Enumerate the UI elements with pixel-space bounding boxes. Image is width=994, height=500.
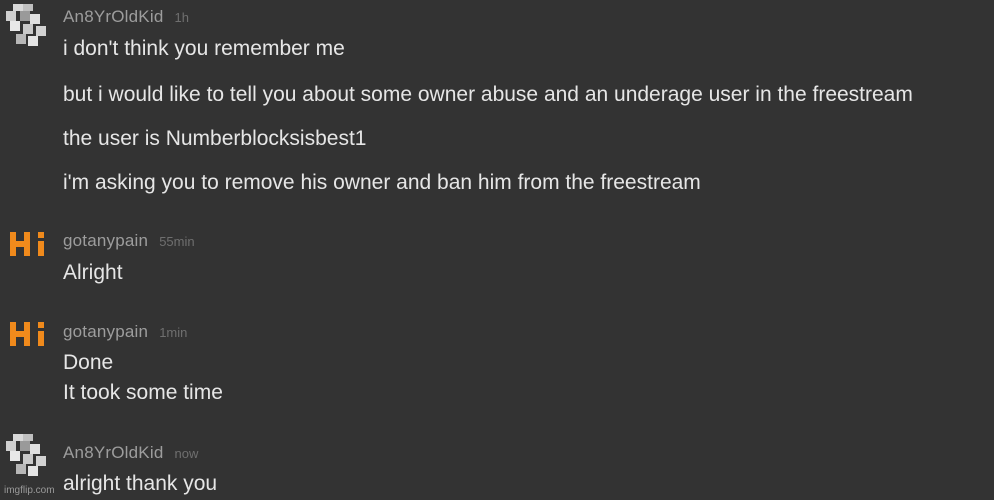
message-text: the user is Numberblocksisbest1 (63, 127, 367, 150)
message-text: It took some time (63, 381, 223, 404)
username[interactable]: An8YrOldKid (63, 7, 163, 26)
message-meta: An8YrOldKid now (63, 444, 198, 462)
message-text: i don't think you remember me (63, 37, 345, 60)
timestamp: 1min (159, 325, 188, 340)
message-meta: gotanypain 1min (63, 323, 187, 341)
username[interactable]: An8YrOldKid (63, 443, 163, 462)
hi-logo-avatar-icon[interactable] (8, 320, 48, 360)
checker-avatar-icon[interactable] (6, 434, 46, 476)
message-text: Alright (63, 261, 123, 284)
message-text: i'm asking you to remove his owner and b… (63, 171, 701, 194)
timestamp: 55min (159, 234, 195, 249)
username[interactable]: gotanypain (63, 322, 148, 341)
message-text: Done (63, 351, 114, 374)
watermark: imgflip.com (4, 485, 55, 496)
hi-logo-avatar-icon[interactable] (8, 230, 48, 270)
message-meta: gotanypain 55min (63, 232, 195, 250)
timestamp: 1h (174, 10, 189, 25)
timestamp: now (174, 446, 199, 461)
message-text: alright thank you (63, 472, 218, 495)
username[interactable]: gotanypain (63, 231, 148, 250)
message-meta: An8YrOldKid 1h (63, 8, 189, 26)
checker-avatar-icon[interactable] (6, 4, 46, 46)
message-text: but i would like to tell you about some … (63, 83, 913, 106)
